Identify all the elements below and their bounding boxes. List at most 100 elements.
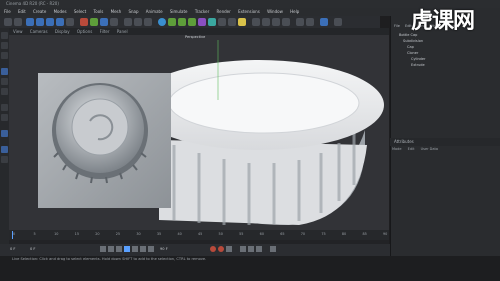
x-axis-icon[interactable] <box>80 18 88 26</box>
model-mode-icon[interactable] <box>1 32 8 39</box>
menu-mesh[interactable]: Mesh <box>111 9 122 14</box>
live-select-icon[interactable] <box>26 18 34 26</box>
render-picture-viewer-icon[interactable] <box>134 18 142 26</box>
menu-tools[interactable]: Tools <box>93 9 103 14</box>
right-panel: File Edit View Objects Tags Bottle Cap S… <box>390 16 500 258</box>
viewport-menu-view[interactable]: View <box>13 29 23 34</box>
recent-tools-icon[interactable] <box>66 18 74 26</box>
z-axis-icon[interactable] <box>100 18 108 26</box>
tweak-icon[interactable] <box>1 114 8 121</box>
end-frame-field[interactable]: 90 F <box>160 247 168 251</box>
snap-toggle-icon[interactable] <box>1 130 8 137</box>
next-key-icon[interactable] <box>140 246 146 252</box>
menu-select[interactable]: Select <box>74 9 86 14</box>
scale-key-icon[interactable] <box>248 246 254 252</box>
menu-modes[interactable]: Modes <box>54 9 67 14</box>
attr-mode-tab[interactable]: Mode <box>392 147 402 151</box>
rotation-key-icon[interactable] <box>256 246 262 252</box>
timeline-ticks: 0 5 10 15 20 25 30 35 40 45 50 55 60 65 70 75 80 85 90 <box>9 230 389 240</box>
record-icon[interactable] <box>210 246 216 252</box>
object-row[interactable]: Cylinder <box>411 57 426 61</box>
world-coord-icon[interactable] <box>110 18 118 26</box>
render-settings-icon[interactable] <box>144 18 152 26</box>
attributes-title: Attributes <box>394 139 414 144</box>
prev-frame-icon[interactable] <box>116 246 122 252</box>
workplane-mode-icon[interactable] <box>1 52 8 59</box>
timeline-options-icon[interactable] <box>270 246 276 252</box>
light-icon[interactable] <box>238 18 246 26</box>
autokey-icon[interactable] <box>218 246 224 252</box>
polygons-mode-icon[interactable] <box>282 18 290 26</box>
array-icon[interactable] <box>188 18 196 26</box>
menu-tracker[interactable]: Tracker <box>195 9 209 14</box>
make-editable-icon[interactable] <box>252 18 260 26</box>
menu-file[interactable]: File <box>4 9 11 14</box>
object-row[interactable]: Subdivision <box>403 39 423 43</box>
left-tool-palette <box>0 28 9 258</box>
mograph-icon[interactable] <box>198 18 206 26</box>
undo-icon[interactable] <box>4 18 12 26</box>
polygons-tool-icon[interactable] <box>1 88 8 95</box>
texture-mode-icon[interactable] <box>1 42 8 49</box>
object-row[interactable]: Cloner <box>407 51 418 55</box>
solo-icon[interactable] <box>1 146 8 153</box>
attr-userdata-tab[interactable]: User Data <box>421 147 438 151</box>
edges-tool-icon[interactable] <box>1 78 8 85</box>
timeline-tick-label: 50 <box>218 232 223 236</box>
prev-key-icon[interactable] <box>108 246 114 252</box>
cube-icon[interactable] <box>158 18 166 26</box>
edges-mode-icon[interactable] <box>272 18 280 26</box>
move-icon[interactable] <box>36 18 44 26</box>
menu-snap[interactable]: Snap <box>128 9 138 14</box>
points-tool-icon[interactable] <box>1 68 8 75</box>
play-icon[interactable] <box>124 246 130 252</box>
om-menu-file[interactable]: File <box>394 24 400 28</box>
menu-simulate[interactable]: Simulate <box>170 9 188 14</box>
timeline-ruler[interactable]: 0 5 10 15 20 25 30 35 40 45 50 55 60 65 70 75 80 85 90 <box>9 230 389 240</box>
current-frame-field[interactable]: 0 F <box>30 247 36 251</box>
rotate-icon[interactable] <box>56 18 64 26</box>
python-icon[interactable] <box>320 18 328 26</box>
deformer-icon[interactable] <box>208 18 216 26</box>
redo-icon[interactable] <box>14 18 22 26</box>
go-start-icon[interactable] <box>100 246 106 252</box>
enable-axis-icon[interactable] <box>1 104 8 111</box>
viewport-menu-options[interactable]: Options <box>77 29 92 34</box>
watermark-logo: 虎课网 <box>411 9 475 34</box>
timeline-tick-label: 85 <box>362 232 367 236</box>
object-row[interactable]: Cap <box>407 45 414 49</box>
next-frame-icon[interactable] <box>132 246 138 252</box>
timeline-tick-label: 75 <box>321 232 326 236</box>
viewport-menu-panel[interactable]: Panel <box>117 29 128 34</box>
spline-pen-icon[interactable] <box>168 18 176 26</box>
y-axis-icon[interactable] <box>90 18 98 26</box>
keyframe-selection-icon[interactable] <box>226 246 232 252</box>
position-key-icon[interactable] <box>240 246 246 252</box>
timeline-tick-label: 10 <box>54 232 59 236</box>
viewport-menu-display[interactable]: Display <box>55 29 70 34</box>
menu-animate[interactable]: Animate <box>146 9 163 14</box>
camera-icon[interactable] <box>228 18 236 26</box>
start-frame-field[interactable]: 0 F <box>10 247 16 251</box>
timeline-tick-label: 15 <box>74 232 79 236</box>
viewport-menu-cameras[interactable]: Cameras <box>30 29 48 34</box>
points-mode-icon[interactable] <box>262 18 270 26</box>
menu-create[interactable]: Create <box>33 9 46 14</box>
menu-edit[interactable]: Edit <box>18 9 26 14</box>
go-end-icon[interactable] <box>148 246 154 252</box>
timeline-tick-label: 55 <box>239 232 244 236</box>
timeline-tick-label: 40 <box>177 232 182 236</box>
attr-edit-tab[interactable]: Edit <box>408 147 415 151</box>
viewport-menu-filter[interactable]: Filter <box>100 29 110 34</box>
environment-icon[interactable] <box>218 18 226 26</box>
menu-render[interactable]: Render <box>217 9 231 14</box>
subdivision-icon[interactable] <box>178 18 186 26</box>
object-row[interactable]: Extrude <box>411 63 425 67</box>
scale-icon[interactable] <box>46 18 54 26</box>
layout-icon[interactable] <box>334 18 342 26</box>
lock-workplane-icon[interactable] <box>1 156 8 163</box>
render-view-icon[interactable] <box>124 18 132 26</box>
playhead[interactable] <box>12 231 13 239</box>
snap-icon[interactable] <box>296 18 304 26</box>
workplane-icon[interactable] <box>306 18 314 26</box>
